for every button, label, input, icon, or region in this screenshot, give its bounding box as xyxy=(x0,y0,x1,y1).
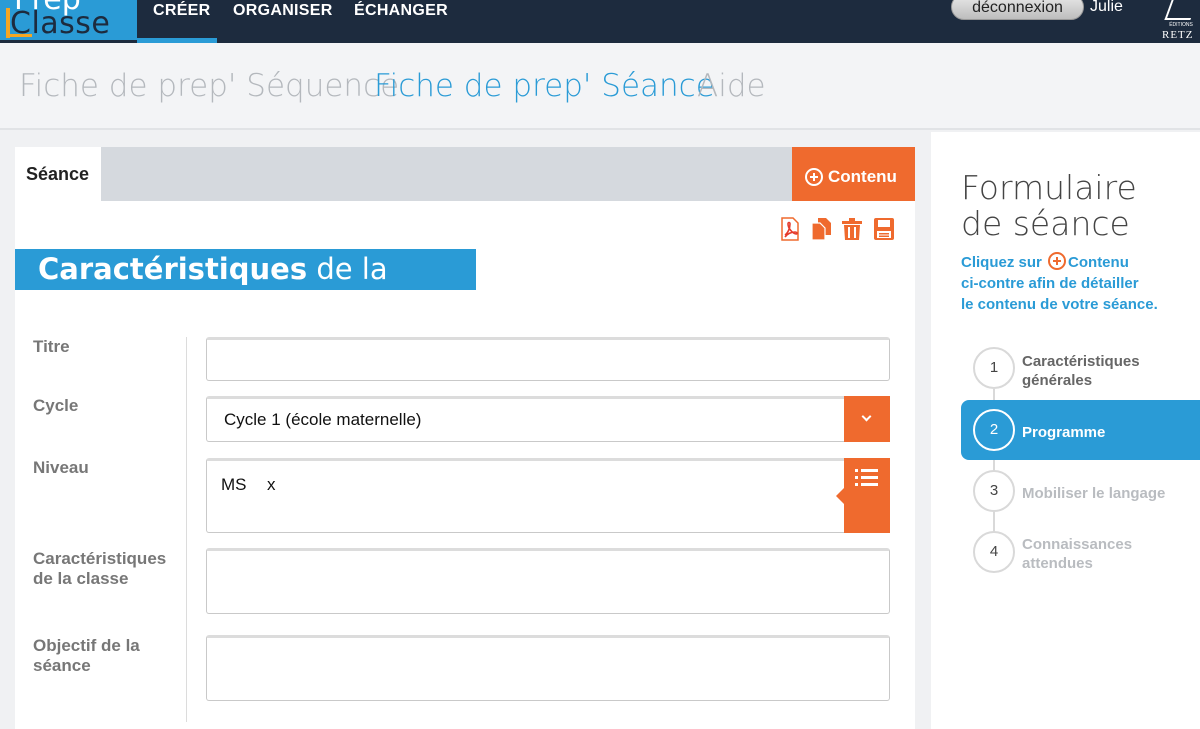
nav-echanger[interactable]: ÉCHANGER xyxy=(354,2,448,20)
plus-circle-icon xyxy=(805,168,823,186)
help-contenu-link: Contenu xyxy=(1068,254,1129,271)
titre-label: Titre xyxy=(33,337,70,356)
save-icon[interactable] xyxy=(873,217,895,241)
logout-button[interactable]: déconnexion xyxy=(951,0,1084,20)
retz-label: RETZ xyxy=(1162,29,1194,41)
seance-panel: Séance Contenu Caractéristiques de la sé… xyxy=(15,147,915,729)
sidebar-help-text: Cliquez sur Contenu ci-contre afin de dé… xyxy=(961,252,1158,315)
step-4-label-line2: attendues xyxy=(1022,555,1093,572)
list-icon-dot xyxy=(855,483,858,486)
nav-creer[interactable]: CRÉER xyxy=(153,2,211,20)
cycle-label: Cycle xyxy=(33,396,79,415)
list-icon-dot xyxy=(855,469,858,472)
add-contenu-label: Contenu xyxy=(828,167,897,186)
step-1-label-line2: générales xyxy=(1022,372,1093,389)
label-divider xyxy=(186,337,187,722)
step-4-label[interactable]: Connaissances attendues xyxy=(1022,535,1132,573)
help-text-1: Cliquez sur xyxy=(961,254,1042,271)
user-name: Julie xyxy=(1090,0,1123,15)
cycle-select[interactable]: Cycle 1 (école maternelle) xyxy=(206,396,890,442)
help-text-2: ci-contre afin de détailler xyxy=(961,275,1139,292)
classe-textarea[interactable] xyxy=(206,548,890,614)
section-title: Caractéristiques de la séance xyxy=(15,249,476,327)
chevron-down-icon[interactable] xyxy=(844,396,890,442)
list-icon-dot xyxy=(855,476,858,479)
list-icon-line xyxy=(861,476,878,479)
section-title-bold: Caractéristiques xyxy=(38,252,308,286)
plus-circle-icon xyxy=(1048,252,1067,270)
tab-bar: Séance Contenu xyxy=(15,147,915,201)
tab-seance[interactable]: Séance xyxy=(15,147,101,201)
top-navbar: Prep Classe CRÉER ORGANISER ÉCHANGER déc… xyxy=(0,0,1200,43)
sub-navbar: Fiche de prep' Séquence Fiche de prep' S… xyxy=(0,43,1200,130)
classe-label-line1: Caractéristiques xyxy=(33,549,167,568)
step-1-circle[interactable]: 1 xyxy=(973,347,1015,389)
niveau-label: Niveau xyxy=(33,458,89,477)
step-3-label[interactable]: Mobiliser le langage xyxy=(1022,484,1165,503)
subnav-sequence[interactable]: Fiche de prep' Séquence xyxy=(19,68,399,104)
nav-organiser[interactable]: ORGANISER xyxy=(233,2,333,20)
step-4-circle[interactable]: 4 xyxy=(973,531,1015,573)
step-4-label-line1: Connaissances xyxy=(1022,536,1133,553)
sidebar-title-line1: Formulaire xyxy=(961,168,1137,207)
subnav-seance[interactable]: Fiche de prep' Séance xyxy=(374,68,715,104)
objectif-textarea[interactable] xyxy=(206,635,890,701)
objectif-label-line2: séance xyxy=(33,656,91,675)
step-2-circle[interactable]: 2 xyxy=(973,409,1015,451)
cycle-select-value: Cycle 1 (école maternelle) xyxy=(224,410,422,429)
trash-icon[interactable] xyxy=(841,217,863,241)
add-contenu-button[interactable]: Contenu xyxy=(792,147,915,201)
niveau-tag-ms: MS xyxy=(221,475,247,494)
sidebar-title: Formulaire de séance xyxy=(961,170,1137,242)
step-1-label-line1: Caractéristiques xyxy=(1022,353,1140,370)
retz-logo-mark xyxy=(1164,0,1198,20)
titre-input[interactable] xyxy=(206,337,890,381)
classe-label-line2: de la classe xyxy=(33,569,129,588)
classe-label: Caractéristiques de la classe xyxy=(33,549,166,589)
pdf-icon[interactable] xyxy=(779,217,801,241)
subnav-aide[interactable]: Aide xyxy=(697,68,766,104)
niveau-multiselect[interactable]: MS x xyxy=(206,458,890,533)
step-3-circle[interactable]: 3 xyxy=(973,470,1015,512)
logo-text-bottom: Classe xyxy=(10,6,111,40)
form-sidebar: Formulaire de séance Cliquez sur Contenu… xyxy=(931,132,1200,729)
remove-tag-icon[interactable]: x xyxy=(267,475,276,495)
retz-logo: ÉDITIONS RETZ xyxy=(1160,0,1200,43)
sidebar-title-line2: de séance xyxy=(961,204,1130,243)
objectif-label: Objectif de la séance xyxy=(33,636,140,676)
list-icon-line xyxy=(861,469,878,472)
step-1-label[interactable]: Caractéristiques générales xyxy=(1022,352,1140,390)
list-icon[interactable] xyxy=(836,458,890,533)
step-2-label[interactable]: Programme xyxy=(1022,423,1105,442)
retz-editions-label: ÉDITIONS xyxy=(1169,22,1193,28)
list-icon-line xyxy=(861,483,878,486)
objectif-label-line1: Objectif de la xyxy=(33,636,140,655)
help-text-3: le contenu de votre séance. xyxy=(961,296,1158,313)
copy-icon[interactable] xyxy=(810,217,832,241)
prepclasse-logo[interactable]: Prep Classe xyxy=(0,0,137,40)
